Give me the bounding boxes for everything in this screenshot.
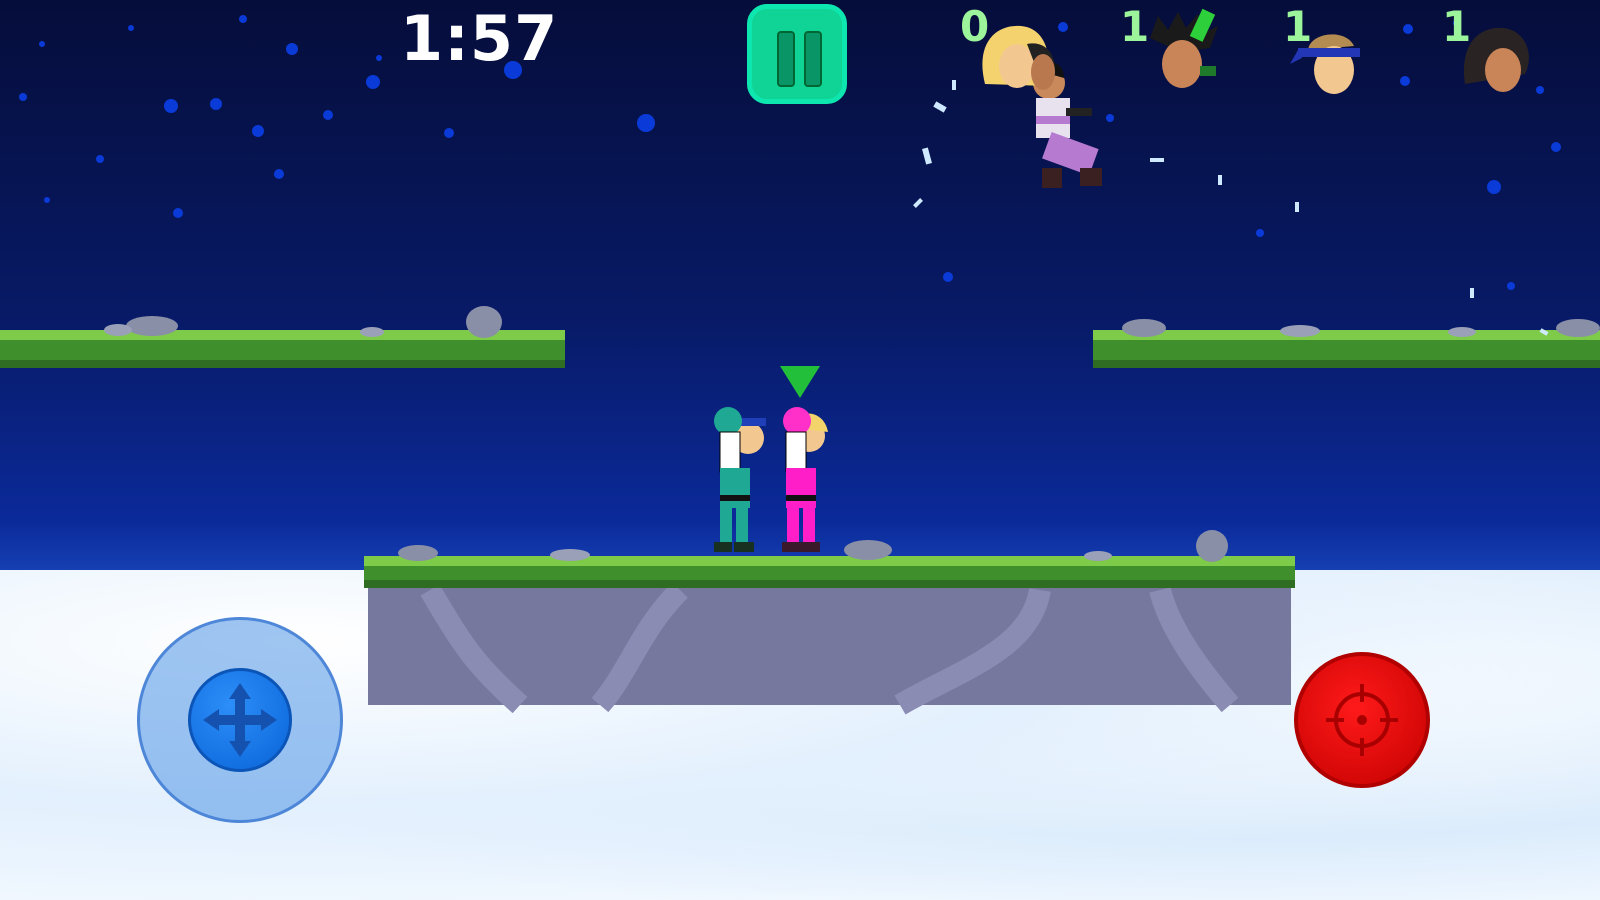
move-arrows-icon [203, 683, 277, 757]
player-avatar-dark-hair [1463, 27, 1529, 92]
crosshair-icon [1326, 684, 1398, 756]
pause-button[interactable] [747, 4, 847, 104]
main-platform [364, 530, 1295, 715]
match-timer: 1:57 [400, 2, 559, 75]
player-avatar-blonde [982, 25, 1056, 90]
player-pink-character [780, 366, 828, 552]
joystick-knob[interactable] [188, 668, 292, 772]
movement-joystick[interactable] [137, 617, 343, 823]
game-scene: 1:57 0 1 1 1 [0, 0, 1600, 900]
player-indicator-arrow-icon [780, 366, 820, 398]
player-avatar-spiky-hair [1150, 8, 1218, 88]
right-grass-platform [1093, 319, 1600, 368]
player-teal-character [714, 407, 766, 552]
ice-shards [913, 80, 1549, 336]
fire-button[interactable] [1294, 652, 1430, 788]
player-avatar-headband [1290, 34, 1360, 94]
left-grass-platform [0, 306, 565, 368]
